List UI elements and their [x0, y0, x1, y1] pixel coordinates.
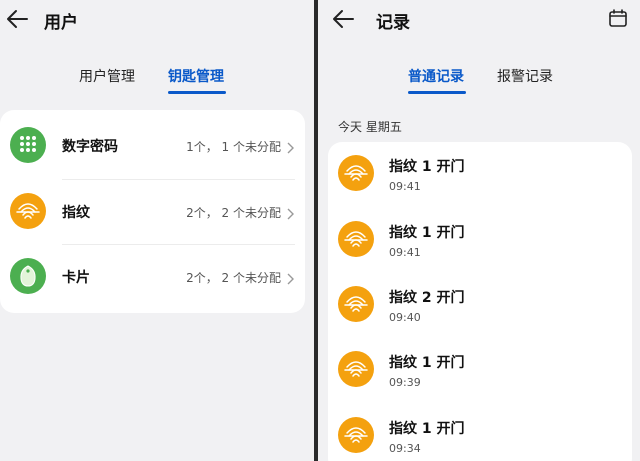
- calendar-icon[interactable]: [608, 8, 628, 28]
- record-title: 指纹 2 开门: [389, 290, 465, 306]
- chevron-right-icon: [285, 270, 295, 285]
- record-time: 09:40: [389, 311, 421, 324]
- record-item[interactable]: 指纹 1 开门 09:34: [328, 404, 632, 461]
- record-time: 09:41: [389, 180, 421, 193]
- keypad-icon: [10, 127, 46, 163]
- active-tab-indicator: [168, 91, 226, 94]
- fingerprint-icon: [338, 351, 374, 387]
- record-item[interactable]: 指纹 2 开门 09:40: [328, 273, 632, 337]
- key-item-count: 1个， 1 个未分配: [186, 140, 281, 154]
- key-item-fingerprint[interactable]: 指纹 2个， 2 个未分配: [0, 178, 305, 244]
- fingerprint-icon: [338, 286, 374, 322]
- key-item-digital-password[interactable]: 数字密码 1个， 1 个未分配: [0, 112, 305, 178]
- record-item[interactable]: 指纹 1 开门 09:39: [328, 338, 632, 402]
- left-top-bar: 用户: [0, 0, 314, 40]
- chevron-right-icon: [285, 205, 295, 220]
- record-time: 09:39: [389, 376, 421, 389]
- fingerprint-icon: [338, 221, 374, 257]
- key-item-label: 指纹: [62, 205, 90, 221]
- key-item-label: 卡片: [62, 270, 90, 286]
- record-title: 指纹 1 开门: [389, 421, 465, 437]
- key-item-count: 2个， 2 个未分配: [186, 271, 281, 285]
- right-top-bar: 记录: [318, 0, 640, 40]
- fingerprint-icon: [10, 193, 46, 229]
- card-tag-icon: [10, 258, 46, 294]
- tab-alarm-records[interactable]: 报警记录: [497, 66, 553, 86]
- tab-user-management[interactable]: 用户管理: [79, 66, 135, 86]
- key-list-card: 数字密码 1个， 1 个未分配 指纹 2个， 2 个未分配 卡片 2个， 2 个…: [0, 110, 305, 313]
- key-item-label: 数字密码: [62, 139, 118, 155]
- page-title: 记录: [376, 13, 410, 33]
- left-tab-bar: 用户管理 钥匙管理: [0, 66, 314, 96]
- key-item-count: 2个， 2 个未分配: [186, 206, 281, 220]
- record-title: 指纹 1 开门: [389, 225, 465, 241]
- record-time: 09:34: [389, 442, 421, 455]
- back-arrow-icon[interactable]: [332, 9, 354, 29]
- key-item-card[interactable]: 卡片 2个， 2 个未分配: [0, 243, 305, 309]
- tab-normal-records[interactable]: 普通记录: [408, 66, 464, 86]
- date-header: 今天 星期五: [338, 120, 402, 134]
- right-tab-bar: 普通记录 报警记录: [318, 66, 640, 96]
- tab-key-management[interactable]: 钥匙管理: [168, 66, 224, 86]
- record-title: 指纹 1 开门: [389, 159, 465, 175]
- back-arrow-icon[interactable]: [6, 9, 28, 29]
- record-time: 09:41: [389, 246, 421, 259]
- records-screen: 记录 普通记录 报警记录 今天 星期五 指纹 1 开门 09:41 指纹 1 开…: [318, 0, 640, 461]
- page-title: 用户: [44, 13, 78, 33]
- users-screen: 用户 用户管理 钥匙管理 数字密码 1个， 1 个未分配 指纹 2个， 2 个未…: [0, 0, 314, 461]
- active-tab-indicator: [408, 91, 466, 94]
- records-list-card: 指纹 1 开门 09:41 指纹 1 开门 09:41 指纹 2 开门 09:4…: [328, 142, 632, 461]
- record-item[interactable]: 指纹 1 开门 09:41: [328, 142, 632, 206]
- fingerprint-icon: [338, 155, 374, 191]
- fingerprint-icon: [338, 417, 374, 453]
- record-title: 指纹 1 开门: [389, 355, 465, 371]
- record-item[interactable]: 指纹 1 开门 09:41: [328, 208, 632, 272]
- chevron-right-icon: [285, 139, 295, 154]
